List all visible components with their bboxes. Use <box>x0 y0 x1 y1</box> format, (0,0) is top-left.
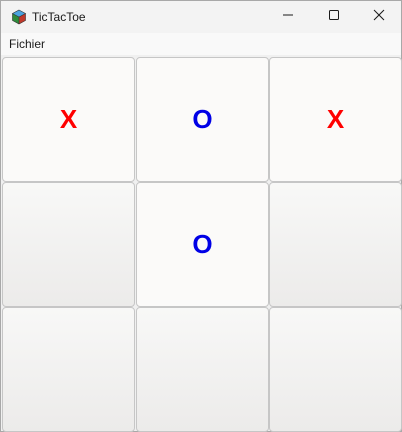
board-cell-9[interactable] <box>269 307 402 432</box>
board-cell-1-x[interactable]: X <box>2 57 135 182</box>
minimize-icon <box>282 8 294 26</box>
board-cell-8[interactable] <box>136 307 269 432</box>
board-cell-4[interactable] <box>2 182 135 307</box>
menu-fichier[interactable]: Fichier <box>9 38 45 51</box>
board-cell-5-o[interactable]: O <box>136 182 269 307</box>
maximize-button[interactable] <box>311 1 357 33</box>
menu-bar: Fichier <box>1 33 401 55</box>
board-cell-2-o[interactable]: O <box>136 57 269 182</box>
close-icon <box>373 8 385 26</box>
window-title: TicTacToe <box>32 10 86 24</box>
cube-app-icon <box>11 9 27 25</box>
minimize-button[interactable] <box>265 1 311 33</box>
cell-mark: X <box>326 104 345 134</box>
cell-mark: O <box>192 104 213 134</box>
board-cell-6[interactable] <box>269 182 402 307</box>
close-button[interactable] <box>356 1 402 33</box>
title-bar[interactable]: TicTacToe <box>1 1 401 33</box>
maximize-icon <box>328 8 340 26</box>
app-window: TicTacToe Fichier X O X O <box>0 0 402 432</box>
board-cell-7[interactable] <box>2 307 135 432</box>
board-cell-3-x[interactable]: X <box>269 57 402 182</box>
cell-mark: O <box>192 229 213 259</box>
game-board: X O X O <box>1 55 402 432</box>
cell-mark: X <box>59 104 78 134</box>
